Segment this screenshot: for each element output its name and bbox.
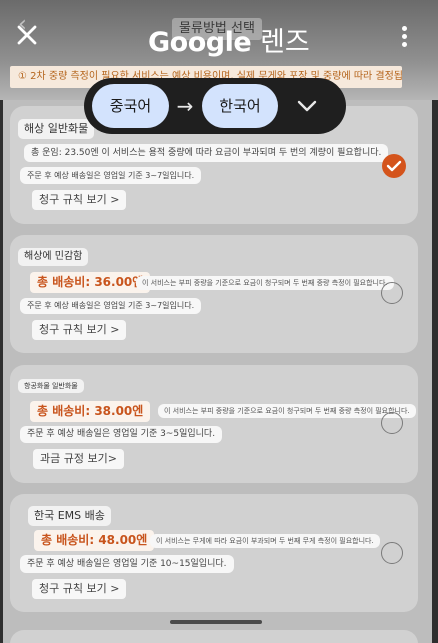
option-description: 총 운임: 23.50엔 이 서비스는 용적 중량에 따라 요금이 부과되며 두… — [24, 144, 389, 162]
logo-google: Google — [148, 27, 252, 58]
next-card-peek — [10, 630, 418, 643]
target-language-button[interactable]: 한국어 — [202, 84, 278, 128]
option-delivery: 주문 후 예상 배송일은 영업일 기준 3~7일입니다. — [20, 167, 202, 184]
option-title: 해상에 민감함 — [18, 248, 89, 266]
option-radio[interactable] — [381, 542, 403, 564]
billing-rule-link[interactable]: 과금 규정 보기> — [33, 449, 124, 469]
more-options-icon[interactable] — [398, 26, 410, 50]
source-language-button[interactable]: 중국어 — [92, 84, 169, 128]
option-note: 이 서비스는 무게에 따라 요금이 부과되며 두 번째 무게 측정이 필요합니다… — [150, 534, 380, 548]
option-title: 해상 일반화물 — [18, 119, 95, 139]
chevron-down-icon[interactable] — [295, 94, 319, 118]
option-radio[interactable] — [381, 282, 403, 304]
close-icon[interactable] — [14, 22, 40, 48]
selected-check-icon[interactable] — [382, 154, 406, 178]
option-delivery: 주문 후 예상 배송일은 영업일 기준 10~15일입니다. — [20, 555, 234, 573]
option-delivery: 주문 후 예상 배송일은 영업일 기준 3~5일입니다. — [20, 426, 223, 443]
billing-rule-link[interactable]: 청구 규칙 보기 > — [32, 190, 127, 210]
option-radio[interactable] — [381, 412, 403, 434]
logo-lens: 렌즈 — [260, 27, 310, 58]
option-note: 이 서비스는 부피 중량을 기준으로 요금이 청구되며 두 번째 중량 측정이 … — [158, 404, 416, 418]
arrow-right-icon: → — [176, 94, 194, 118]
option-title: 항공화물 일반화물 — [18, 379, 84, 393]
shipping-option-card[interactable]: 해상에 민감함 총 배송비: 36.00엔 이 서비스는 부피 중량을 기준으로… — [10, 235, 418, 353]
billing-rule-link[interactable]: 청구 규칙 보기 > — [32, 320, 127, 340]
billing-rule-link[interactable]: 청구 규칙 보기 > — [32, 579, 127, 599]
option-delivery: 주문 후 예상 배송일은 영업일 기준 3~7일입니다. — [20, 298, 202, 314]
option-fee: 총 배송비: 36.00엔 — [30, 272, 151, 293]
google-lens-logo: Google 렌즈 — [148, 20, 310, 59]
screen-edge-right — [432, 100, 438, 643]
option-title: 한국 EMS 배송 — [28, 506, 111, 526]
shipping-option-card[interactable]: 항공화물 일반화물 총 배송비: 38.00엔 이 서비스는 부피 중량을 기준… — [10, 365, 418, 483]
language-selector: 중국어 → 한국어 — [84, 78, 346, 134]
option-fee: 총 배송비: 48.00엔 — [34, 530, 155, 551]
google-lens-screen: ‹ 물류방법 선택 Google 렌즈 ① 2차 중량 측정이 필요한 서비스는… — [0, 0, 438, 643]
screen-edge-left — [0, 100, 3, 643]
option-fee: 총 배송비: 38.00엔 — [30, 401, 151, 422]
scroll-handle[interactable] — [170, 620, 262, 624]
option-note: 이 서비스는 부피 중량을 기준으로 요금이 청구되며 두 번째 중량 측정이 … — [136, 276, 394, 290]
shipping-option-card[interactable]: 한국 EMS 배송 총 배송비: 48.00엔 이 서비스는 무게에 따라 요금… — [10, 494, 418, 612]
